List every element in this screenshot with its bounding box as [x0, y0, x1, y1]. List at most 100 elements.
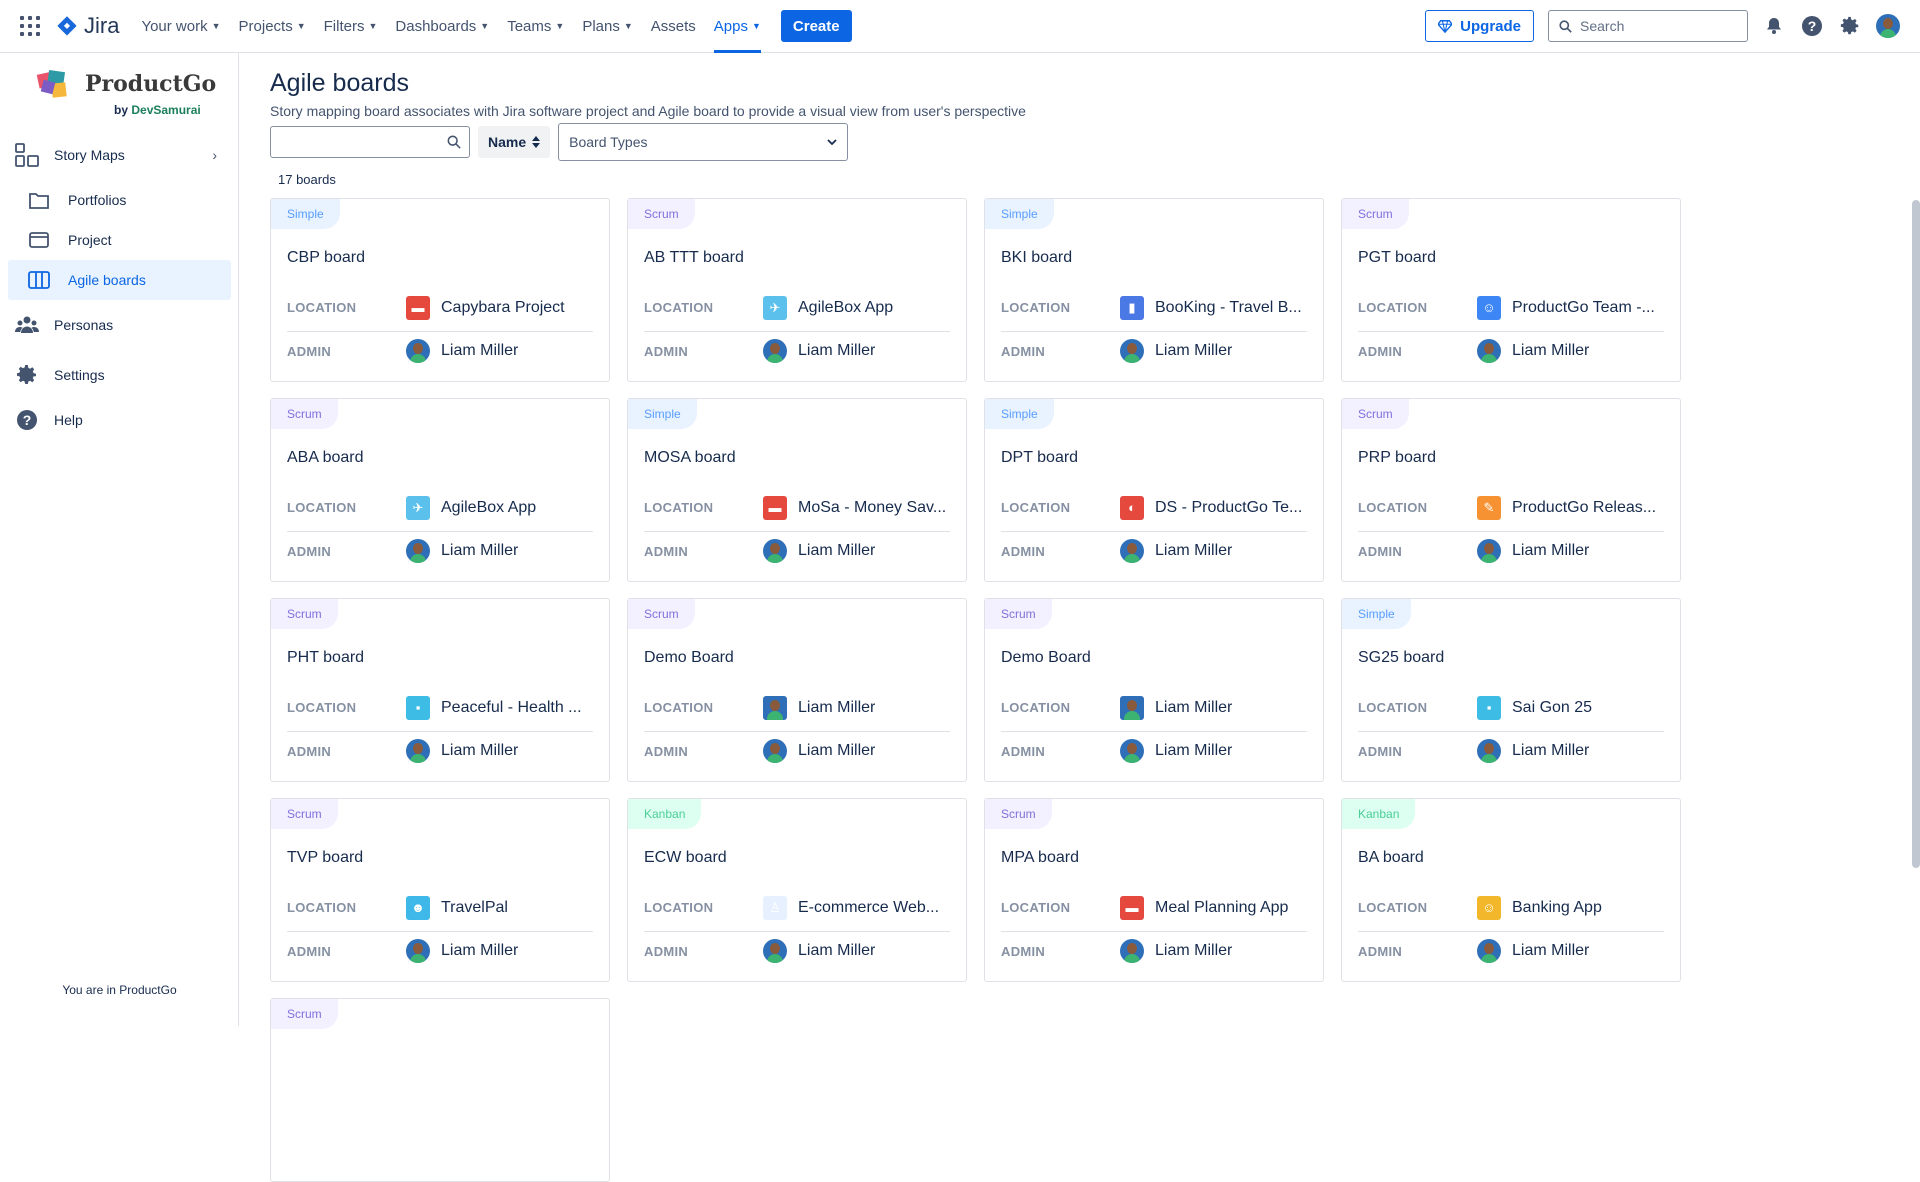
nav-assets[interactable]: Assets: [651, 0, 696, 53]
location-label: LOCATION: [287, 900, 357, 915]
sidebar-item-portfolios[interactable]: Portfolios: [8, 180, 231, 220]
search-icon: [447, 135, 461, 149]
sidebar-item-label: Project: [68, 232, 112, 248]
sidebar-item-personas[interactable]: Personas: [8, 305, 231, 345]
board-location-row: LOCATION ☺ Banking App: [1358, 884, 1664, 932]
board-card[interactable]: Simple MOSA board LOCATION ▬ MoSa - Mone…: [627, 398, 967, 582]
board-card[interactable]: Simple DPT board LOCATION ◐ DS - Product…: [984, 398, 1324, 582]
story-maps-icon: [12, 142, 42, 168]
nav-apps[interactable]: Apps ▼: [713, 0, 761, 53]
board-location[interactable]: MoSa - Money Sav...: [798, 499, 946, 517]
board-admin-row: ADMIN Liam Miller: [1001, 733, 1307, 769]
board-location[interactable]: DS - ProductGo Te...: [1155, 499, 1302, 517]
board-location[interactable]: ProductGo Releas...: [1512, 499, 1656, 517]
board-card[interactable]: Scrum ABA board LOCATION ✈ AgileBox App …: [270, 398, 610, 582]
admin-label: ADMIN: [1358, 543, 1403, 559]
board-admin: Liam Miller: [798, 342, 876, 359]
board-location[interactable]: Meal Planning App: [1155, 899, 1288, 917]
board-location[interactable]: Capybara Project: [441, 299, 565, 317]
board-location[interactable]: BooKing - Travel B...: [1155, 299, 1302, 317]
board-admin-row: ADMIN Liam Miller: [287, 333, 593, 369]
board-location[interactable]: AgileBox App: [441, 499, 536, 517]
board-name: DPT board: [1001, 449, 1079, 466]
user-avatar[interactable]: [1876, 14, 1900, 38]
nav-filters[interactable]: Filters ▼: [324, 0, 378, 53]
agilebox-app-icon: ✈: [763, 295, 787, 320]
board-name: CBP board: [287, 249, 365, 266]
board-admin-row: ADMIN Liam Miller: [644, 933, 950, 969]
admin-label: ADMIN: [644, 343, 689, 359]
board-card[interactable]: Simple BKI board LOCATION ▮ BooKing - Tr…: [984, 198, 1324, 382]
nav-your-work[interactable]: Your work ▼: [141, 0, 220, 53]
board-location[interactable]: Peaceful - Health ...: [441, 699, 582, 717]
board-card[interactable]: Kanban ECW board LOCATION ♙ E-commerce W…: [627, 798, 967, 982]
board-admin: Liam Miller: [441, 542, 519, 559]
board-location[interactable]: Banking App: [1512, 899, 1602, 917]
board-admin-row: ADMIN Liam Miller: [1001, 933, 1307, 969]
board-card[interactable]: Scrum TVP board LOCATION ☻ TravelPal ADM…: [270, 798, 610, 982]
board-card[interactable]: Scrum MPA board LOCATION ▬ Meal Planning…: [984, 798, 1324, 982]
board-location[interactable]: Sai Gon 25: [1512, 699, 1592, 717]
board-card[interactable]: Scrum PHT board LOCATION ▪ Peaceful - He…: [270, 598, 610, 782]
board-admin-row: ADMIN Liam Miller: [644, 733, 950, 769]
chevron-down-icon: [827, 139, 837, 146]
page-scrollbar[interactable]: [1912, 200, 1920, 868]
sidebar-item-help[interactable]: ? Help: [8, 400, 231, 440]
admin-label: ADMIN: [1001, 943, 1046, 959]
board-types-select[interactable]: Board Types: [558, 123, 849, 161]
board-location[interactable]: Liam Miller: [1155, 699, 1232, 717]
location-label: LOCATION: [1358, 900, 1428, 915]
global-search-input[interactable]: Search: [1548, 10, 1748, 42]
board-location[interactable]: AgileBox App: [798, 299, 893, 317]
sidebar-item-story-maps[interactable]: Story Maps ›: [8, 135, 231, 175]
board-card[interactable]: Kanban BA board LOCATION ☺ Banking App A…: [1341, 798, 1681, 982]
help-icon[interactable]: ?: [1800, 14, 1824, 38]
location-label: LOCATION: [1358, 500, 1428, 515]
nav-plans[interactable]: Plans ▼: [582, 0, 632, 53]
mosa-icon: ▬: [763, 495, 787, 520]
sidebar-item-settings[interactable]: Settings: [8, 355, 231, 395]
admin-avatar: [1120, 339, 1144, 363]
board-card[interactable]: Scrum AB TTT board LOCATION ✈ AgileBox A…: [627, 198, 967, 382]
create-button[interactable]: Create: [780, 10, 852, 42]
sidebar-item-project[interactable]: Project: [8, 220, 231, 260]
location-label: LOCATION: [1001, 900, 1071, 915]
board-type-badge: Scrum: [271, 799, 338, 829]
board-admin: Liam Miller: [1512, 342, 1590, 359]
upgrade-button[interactable]: Upgrade: [1425, 10, 1534, 42]
people-icon: [12, 315, 42, 335]
location-label: LOCATION: [644, 500, 714, 515]
nav-projects[interactable]: Projects ▼: [239, 0, 306, 53]
board-card[interactable]: Scrum PGT board LOCATION ☺ ProductGo Tea…: [1341, 198, 1681, 382]
jira-logo[interactable]: Jira: [56, 13, 119, 39]
board-card[interactable]: Scrum Demo Board LOCATION Liam Miller AD…: [984, 598, 1324, 782]
board-card[interactable]: Scrum PRP board LOCATION ✎ ProductGo Rel…: [1341, 398, 1681, 582]
sidebar-item-agile-boards[interactable]: Agile boards: [8, 260, 231, 300]
board-location[interactable]: ProductGo Team -...: [1512, 299, 1655, 317]
board-location[interactable]: TravelPal: [441, 899, 508, 917]
board-admin: Liam Miller: [441, 342, 519, 359]
board-columns-icon: [24, 271, 54, 289]
board-location[interactable]: Liam Miller: [798, 699, 875, 717]
sidebar-item-label: Help: [54, 412, 83, 428]
board-card[interactable]: Scrum Demo Board LOCATION Liam Miller AD…: [627, 598, 967, 782]
board-admin: Liam Miller: [1512, 742, 1590, 759]
app-switcher-icon[interactable]: [20, 16, 40, 36]
board-card[interactable]: Simple CBP board LOCATION ▬ Capybara Pro…: [270, 198, 610, 382]
settings-icon[interactable]: [1838, 14, 1862, 38]
board-search-input[interactable]: [270, 126, 470, 158]
board-admin-row: ADMIN Liam Miller: [1358, 933, 1664, 969]
board-type-badge: Scrum: [985, 799, 1052, 829]
nav-label: Dashboards: [395, 17, 477, 35]
admin-label: ADMIN: [1358, 343, 1403, 359]
sort-by-name-button[interactable]: Name: [478, 126, 551, 158]
board-location-row: LOCATION ▬ MoSa - Money Sav...: [644, 484, 950, 532]
meal-planning-icon: ▬: [1120, 895, 1144, 920]
board-card[interactable]: Simple SG25 board LOCATION ▪ Sai Gon 25 …: [1341, 598, 1681, 782]
board-location[interactable]: E-commerce Web...: [798, 899, 939, 917]
nav-dashboards[interactable]: Dashboards ▼: [395, 0, 489, 53]
sidebar-item-label: Agile boards: [68, 272, 146, 288]
nav-label: Teams: [507, 17, 552, 35]
notifications-icon[interactable]: [1762, 14, 1786, 38]
nav-teams[interactable]: Teams ▼: [507, 0, 564, 53]
